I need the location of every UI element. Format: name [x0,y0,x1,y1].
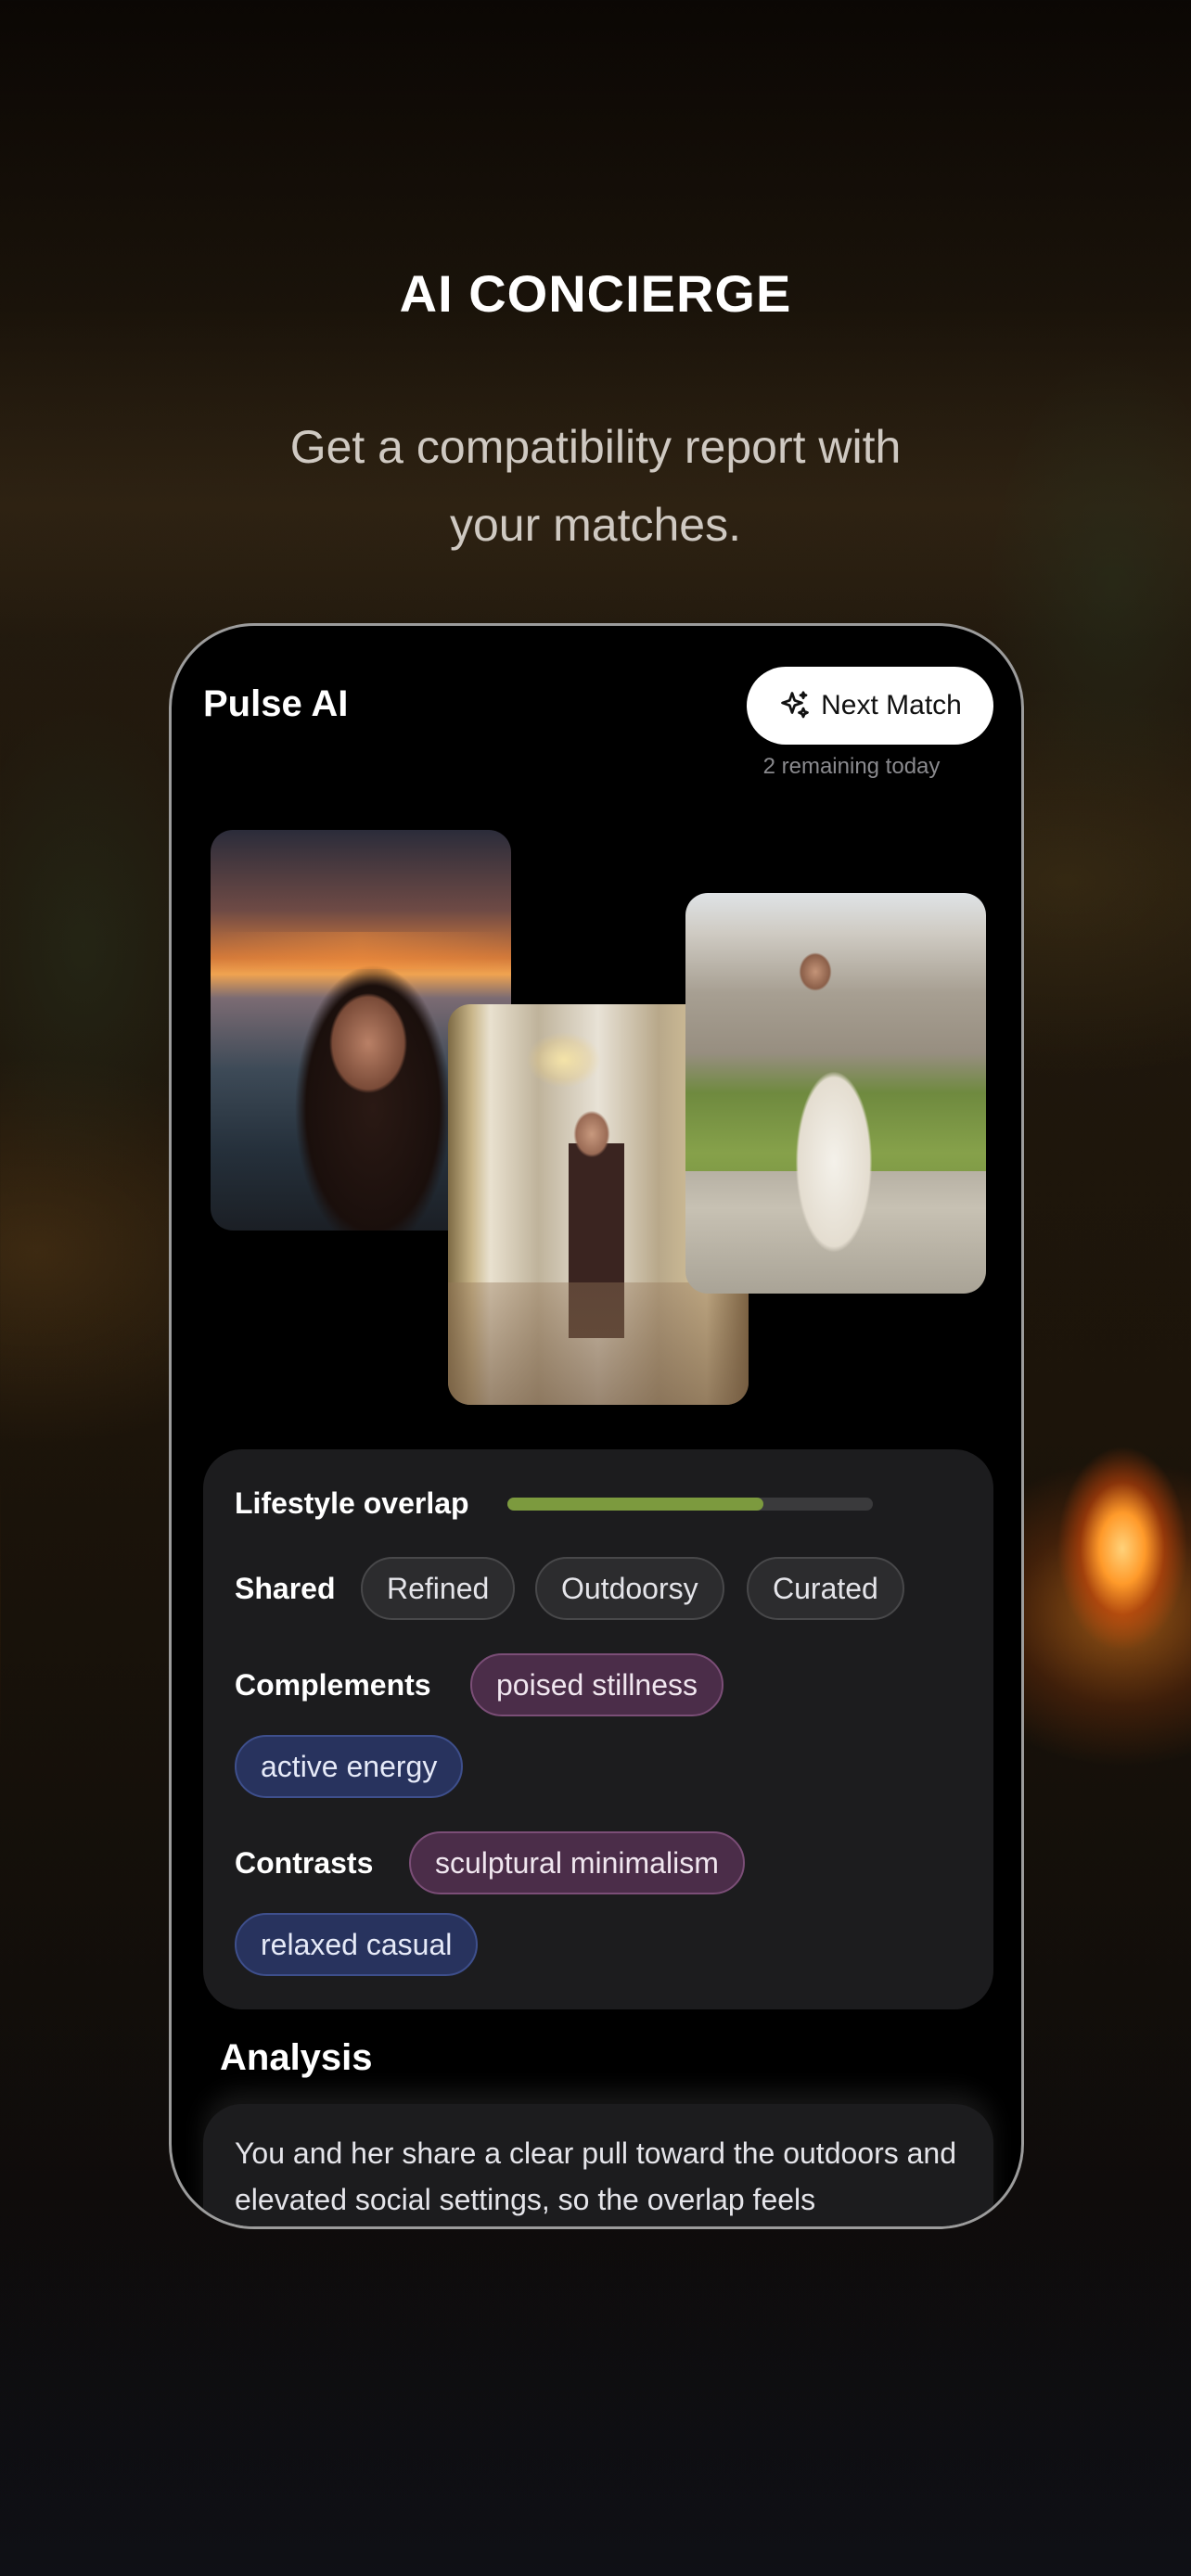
complements-label: Complements [235,1668,431,1702]
complements-tag: poised stillness [470,1653,724,1716]
app-title: Pulse AI [203,683,349,724]
next-match-label: Next Match [821,690,962,721]
lifestyle-overlap-fill [507,1498,763,1511]
remaining-count: 2 remaining today [762,754,941,779]
next-match-button[interactable]: Next Match [747,667,993,745]
lifestyle-overlap-label: Lifestyle overlap [235,1486,469,1520]
analysis-title: Analysis [220,2037,373,2078]
shared-tag: Refined [361,1557,516,1620]
lifestyle-overlap-meter [507,1498,873,1511]
background-fireplace [1039,1409,1191,1651]
sparkle-icon [781,691,809,719]
hero-subtitle: Get a compatibility report with your mat… [289,421,902,551]
shared-tag: Outdoorsy [535,1557,724,1620]
compatibility-card: Lifestyle overlap Shared Refined Outdoor… [203,1449,993,2009]
contrasts-label: Contrasts [235,1846,374,1880]
contrasts-tag: relaxed casual [235,1913,479,1976]
match-photo-estate-lawn[interactable] [685,893,986,1294]
complements-tag: active energy [235,1735,464,1798]
shared-label: Shared [235,1572,336,1605]
phone-frame: Pulse AI Next Match 2 remaining today Li… [169,623,1024,2229]
background-carpet [0,2207,1191,2576]
contrasts-tag: sculptural minimalism [409,1831,745,1894]
hero-title: AI CONCIERGE [399,264,792,323]
shared-tag: Curated [747,1557,904,1620]
analysis-text: You and her share a clear pull toward th… [203,2104,993,2226]
